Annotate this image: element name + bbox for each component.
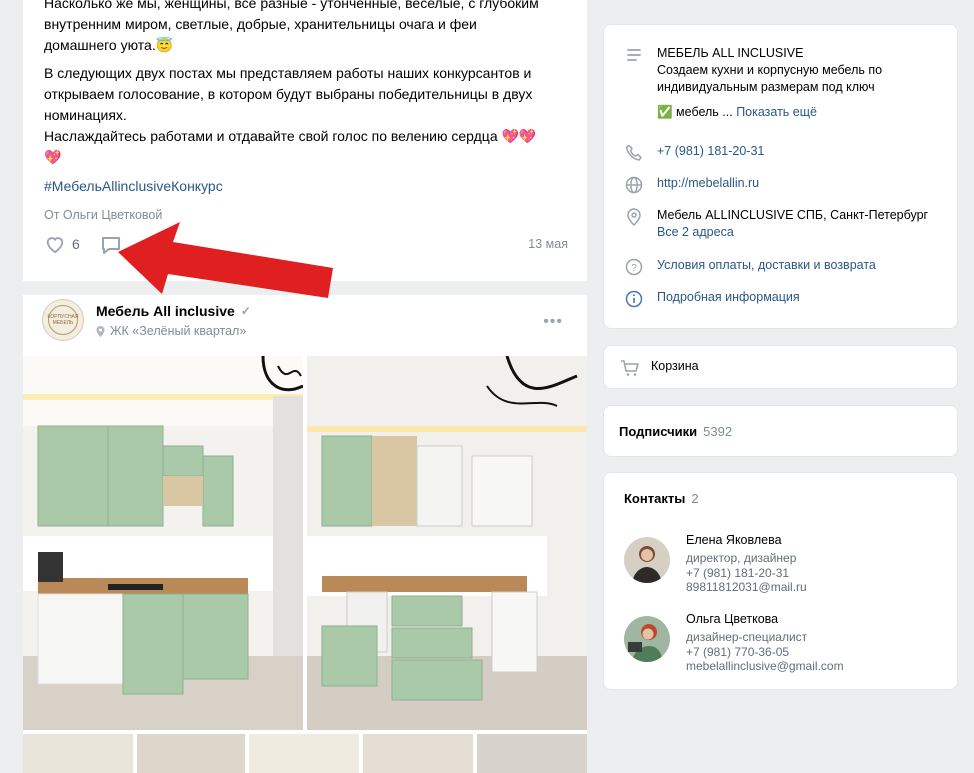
question-circle-icon: ? [624, 257, 644, 277]
post-line: открываем голосование, в котором будут в… [44, 86, 533, 102]
info-circle-icon [624, 289, 644, 309]
post-line: Наслаждайтесь работами и отдавайте свой … [44, 128, 537, 144]
kitchen-photo-2[interactable] [307, 356, 587, 730]
contact-phone: +7 (981) 770-36-05 [686, 645, 790, 659]
phone-icon [624, 143, 644, 163]
hashtag-link[interactable]: #МебельAllinclusiveКонкурс [44, 176, 574, 197]
subscribers-card[interactable]: Подписчики 5392 [603, 405, 958, 457]
avatar[interactable] [624, 616, 670, 662]
post-line: Насколько же мы, женщины, все разные - у… [44, 0, 539, 11]
info-description-row: МЕБЕЛЬ ALL INCLUSIVE Создаем кухни и кор… [624, 45, 882, 121]
like-button[interactable]: 6 [44, 234, 80, 254]
feed: Насколько же мы, женщины, все разные - у… [23, 0, 587, 773]
post-line: внутренним миром, светлые, добрые, храни… [44, 16, 477, 32]
red-arrow-annotation [118, 222, 333, 298]
group-info-card: МЕБЕЛЬ ALL INCLUSIVE Создаем кухни и кор… [603, 24, 958, 329]
post-line: 💖 [44, 149, 62, 165]
kitchen-photo-1[interactable] [23, 356, 303, 730]
contacts-label: Контакты [624, 491, 686, 506]
group-title: МЕБЕЛЬ ALL INCLUSIVE [657, 46, 804, 60]
cart-icon [620, 358, 640, 378]
contact-name: Ольга Цветкова [686, 612, 779, 626]
address-row: Мебель ALLINCLUSIVE СПБ, Санкт-Петербург… [624, 207, 928, 241]
group-avatar-logo: КОРПУСНАЯ МЕБЕЛЬ [47, 305, 79, 335]
heart-icon [46, 237, 64, 254]
avatar[interactable] [624, 537, 670, 583]
details-link: Подробная информация [657, 290, 800, 304]
subscribers-label: Подписчики [619, 424, 698, 439]
cart-label: Корзина [651, 359, 699, 373]
cart-row: Корзина [620, 358, 699, 378]
contact-role: дизайнер-специалист [686, 630, 808, 644]
group-desc-check-text: ✅ мебель ... [657, 105, 733, 119]
group-desc-line: индивидуальным размерам под ключ [657, 80, 875, 94]
photo-thumbnails [23, 734, 587, 773]
post-author[interactable]: От Ольги Цветковой [44, 208, 162, 222]
phone-link: +7 (981) 181-20-31 [657, 144, 765, 158]
details-row[interactable]: Подробная информация [624, 289, 800, 309]
more-options-icon[interactable]: ••• [543, 313, 563, 331]
show-more-link[interactable]: Показать ещё [736, 105, 817, 119]
contact-name: Елена Яковлева [686, 533, 782, 547]
website-link: http://mebelallin.ru [657, 176, 760, 190]
thumbnail[interactable] [23, 734, 133, 773]
phone-row[interactable]: +7 (981) 181-20-31 [624, 143, 764, 163]
subscribers-count: 5392 [703, 424, 733, 439]
location-pin-icon [624, 207, 644, 227]
contact-email: mebelallinclusive@gmail.com [686, 659, 844, 673]
group-desc-short: ✅ мебель ... Показать ещё [657, 104, 882, 121]
menu-lines-icon [624, 45, 644, 65]
contact-phone: +7 (981) 181-20-31 [686, 566, 790, 580]
thumbnail[interactable] [363, 734, 473, 773]
website-row[interactable]: http://mebelallin.ru [624, 175, 759, 195]
post-date[interactable]: 13 мая [528, 237, 568, 251]
subscribers-header: Подписчики 5392 [619, 424, 732, 439]
post-line: номинациях. [44, 107, 127, 123]
thumbnail[interactable] [477, 734, 587, 773]
contact-item[interactable]: Ольга Цветкова дизайнер-специалист +7 (9… [624, 612, 944, 673]
cart-card[interactable]: Корзина [603, 345, 958, 389]
thumbnail[interactable] [249, 734, 359, 773]
contacts-count: 2 [691, 491, 699, 506]
location-text: ЖК «Зелёный квартал» [110, 324, 247, 338]
verified-icon: ✓ [240, 304, 251, 318]
contacts-header[interactable]: Контакты 2 [624, 491, 699, 506]
group-name-text: Мебель All inclusive [96, 303, 235, 319]
contact-role: директор, дизайнер [686, 551, 797, 565]
globe-icon [624, 175, 644, 195]
post-text: Насколько же мы, женщины, все разные - у… [44, 0, 574, 197]
group-desc-line: Создаем кухни и корпусную мебель по [657, 63, 883, 77]
contacts-card: Контакты 2 Елена Яковлева директор, дизай… [603, 472, 958, 690]
contact-email: 89811812031@mail.ru [686, 580, 807, 594]
address-text: Мебель ALLINCLUSIVE СПБ, Санкт-Петербург [657, 208, 929, 222]
location-pin-icon [96, 325, 105, 337]
group-avatar[interactable]: КОРПУСНАЯ МЕБЕЛЬ [42, 299, 84, 341]
post-location[interactable]: ЖК «Зелёный квартал» [96, 324, 246, 338]
svg-text:?: ? [631, 263, 637, 274]
post-line: домашнего уюта.😇 [44, 37, 174, 53]
terms-link: Условия оплаты, доставки и возврата [657, 258, 876, 272]
thumbnail[interactable] [137, 734, 245, 773]
post-line: В следующих двух постах мы представляем … [44, 65, 532, 81]
like-count: 6 [72, 236, 80, 252]
terms-row[interactable]: ? Условия оплаты, доставки и возврата [624, 257, 876, 277]
all-addresses-link[interactable]: Все 2 адреса [657, 224, 928, 241]
contact-item[interactable]: Елена Яковлева директор, дизайнер +7 (98… [624, 533, 944, 594]
group-name[interactable]: Мебель All inclusive ✓ [96, 303, 251, 319]
post-header: КОРПУСНАЯ МЕБЕЛЬ Мебель All inclusive ✓ … [23, 295, 587, 355]
